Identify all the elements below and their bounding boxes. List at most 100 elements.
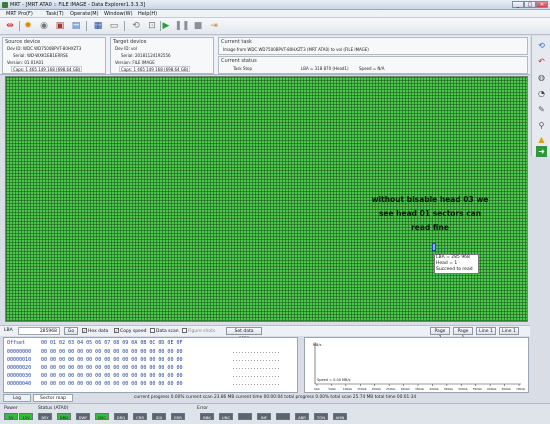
source-caps: Caps: 1 465 149 168 (698.64 GB) bbox=[11, 66, 83, 72]
menu-help[interactable]: Help(H) bbox=[138, 11, 157, 17]
minimize-button[interactable]: _ bbox=[512, 1, 524, 8]
current-task-text: Image from WDC WD7500BPVT-80HXZT3 (MRT A… bbox=[223, 47, 369, 52]
copy-speed-checkbox[interactable]: ✓ Copy speed bbox=[114, 328, 146, 334]
toolbar-blank-icon[interactable]: ▭ bbox=[108, 20, 120, 32]
annotation-text: without bisable head 03 we see head 01 s… bbox=[360, 193, 500, 235]
led-indicator: 5V bbox=[4, 413, 18, 420]
pause-icon[interactable]: ❚❚ bbox=[174, 20, 189, 32]
speed-graph: MB/s Speed = 0.00 MB/s 0Gb 50Gb 100Gb 150Gb… bbox=[304, 337, 529, 393]
refresh-icon[interactable]: ⟲ bbox=[130, 20, 142, 32]
hex-data-checkbox[interactable]: ✓ Hex data bbox=[82, 328, 108, 334]
hex-view[interactable]: Offset 00 01 02 03 04 05 06 07 08 09 0A 0… bbox=[3, 337, 298, 393]
close-button[interactable]: ✕ bbox=[536, 1, 548, 8]
split-icon[interactable]: ⇹ bbox=[4, 20, 16, 32]
led-indicator: 12V bbox=[19, 413, 33, 420]
graph-x-ticks: 0Gb 50Gb 100Gb 150Gb 200Gb 250Gb 300Gb 350Gb 400… bbox=[314, 384, 526, 391]
annotation-line-2: see head 01 sectors can bbox=[378, 209, 482, 218]
led-indicator: UNC bbox=[219, 413, 233, 420]
image-icon[interactable]: ▤ bbox=[70, 20, 82, 32]
checkbox-icon: ✓ bbox=[114, 328, 119, 333]
graph-x-tick-label: 50Gb bbox=[328, 387, 336, 391]
stop-icon[interactable]: ■ bbox=[192, 20, 204, 32]
title-bar: MRT - [MRT ATA0 :: FILE IMAGE - Data Exp… bbox=[0, 0, 550, 10]
target-device-group: Target device Dev ID: vol Serial: 201811… bbox=[110, 37, 214, 74]
play-icon[interactable]: ▶ bbox=[160, 20, 172, 32]
led-indicator bbox=[276, 413, 290, 420]
graph-x-tick-label: 0Gb bbox=[314, 387, 320, 391]
graph-x-tick-label: 250Gb bbox=[386, 387, 396, 391]
maximize-button[interactable]: □ bbox=[524, 1, 536, 8]
hex-header-bytes: 00 01 02 03 04 05 06 07 08 09 0A 0B 0C 0… bbox=[41, 340, 183, 346]
source-device-group: Source device Dev ID: WDC WD7500BPVT-80H… bbox=[2, 37, 106, 74]
exit-icon[interactable]: ➜ bbox=[536, 146, 547, 157]
graph-x-tick-label: 700Gb bbox=[516, 387, 526, 391]
go-button[interactable]: Go bbox=[64, 327, 78, 335]
graph-y-label: MB/s bbox=[313, 343, 322, 347]
current-status-header: Current status bbox=[221, 58, 257, 64]
line-1-button-2[interactable]: Line 1 bbox=[499, 327, 519, 335]
back-arrow-icon[interactable]: ⟲ bbox=[536, 40, 547, 51]
target-caps: Caps: 1 465 149 168 (698.64 GB) bbox=[119, 66, 191, 72]
menu-mrt-pro[interactable]: MRT Pro(F) bbox=[6, 11, 33, 17]
power-label: Power bbox=[4, 406, 18, 411]
target-serial: Serial: 20181124192556 bbox=[121, 53, 171, 58]
current-task-header: Current task bbox=[221, 39, 252, 45]
graph-x-tick-label: 200Gb bbox=[372, 387, 382, 391]
status-lba: LBA = 318 870 (Head1) bbox=[301, 66, 349, 71]
warning-icon[interactable]: ▲ bbox=[536, 134, 547, 145]
toolbar-separator bbox=[19, 21, 20, 31]
led-indicator bbox=[238, 413, 252, 420]
globe-icon[interactable]: ◍ bbox=[536, 72, 547, 83]
toolbar: ⇹ ✹ ◉ ▣ ▤ ▦ ▭ ⟲ ⊡ ▶ ❚❚ ■ ⇥ bbox=[0, 18, 550, 35]
skip-icon[interactable]: ⇥ bbox=[208, 20, 220, 32]
source-dev-id: Dev ID: WDC WD7500BPVT-80HXZT3 bbox=[7, 46, 82, 51]
current-task-group: Current task Image from WDC WD7500BPVT-8… bbox=[218, 37, 528, 55]
menu-operate[interactable]: Operate(M) bbox=[70, 11, 99, 17]
settings-icon[interactable]: ✹ bbox=[22, 20, 34, 32]
menu-bar: MRT Pro(F) Task(T) Operate(M) Window(W) … bbox=[0, 10, 550, 18]
app-icon bbox=[2, 2, 8, 8]
progress-text: current progress 0.00% current scan 23.8… bbox=[134, 395, 417, 400]
page-7-button[interactable]: Page 7 bbox=[430, 327, 450, 341]
led-indicator: DWF bbox=[76, 413, 90, 420]
copy-speed-label: Copy speed bbox=[120, 329, 147, 334]
data-scan-checkbox[interactable]: Data scan bbox=[150, 328, 179, 334]
window-title: MRT - [MRT ATA0 :: FILE IMAGE - Data Exp… bbox=[10, 2, 146, 8]
stop-small-icon[interactable]: ⊡ bbox=[146, 20, 158, 32]
graph-x-tick-label: 100Gb bbox=[343, 387, 353, 391]
line-1-button[interactable]: Line 1 bbox=[476, 327, 496, 335]
page-1-button[interactable]: Page 1 bbox=[453, 327, 473, 341]
lba-label: LBA bbox=[4, 328, 13, 333]
graph-x-tick-label: 150Gb bbox=[357, 387, 367, 391]
led-indicator: DRQ bbox=[114, 413, 128, 420]
save-icon[interactable]: ▦ bbox=[92, 20, 104, 32]
status-task: Task Stop bbox=[233, 66, 252, 71]
led-status-bar: Power Status (ATA0) Error 5V 12V BSY DRD DW… bbox=[0, 403, 550, 424]
graph-x-tick-label: 450Gb bbox=[444, 387, 454, 391]
graph-x-tick-label: 300Gb bbox=[401, 387, 411, 391]
led-indicator: TON bbox=[314, 413, 328, 420]
search-icon[interactable]: ⚲ bbox=[536, 120, 547, 131]
figure-shots-checkbox[interactable]: Figure shots bbox=[182, 328, 215, 334]
undo-icon[interactable]: ↶ bbox=[536, 56, 547, 67]
led-indicator: INF bbox=[257, 413, 271, 420]
graph-x-tick-label: 550Gb bbox=[473, 387, 483, 391]
set-data-scan-button[interactable]: Set data scan bbox=[226, 327, 262, 341]
status-label: Status (ATA0) bbox=[38, 406, 69, 411]
target-dev-id: Dev ID: vol bbox=[115, 46, 137, 51]
led-indicator: CRR bbox=[133, 413, 147, 420]
hex-data-label: Hex data bbox=[88, 329, 109, 334]
properties-icon[interactable]: ▣ bbox=[54, 20, 66, 32]
menu-task[interactable]: Task(T) bbox=[46, 11, 64, 17]
lba-input[interactable]: 285968 bbox=[18, 327, 60, 335]
annotation-line-3: read fine bbox=[411, 223, 449, 232]
led-indicator: ABR bbox=[295, 413, 309, 420]
disk-icon[interactable]: ◉ bbox=[38, 20, 50, 32]
graph-x-tick-label: 650Gb bbox=[502, 387, 512, 391]
wrench-icon[interactable]: ✎ bbox=[536, 104, 547, 115]
disk-info-icon[interactable]: ◔ bbox=[536, 88, 547, 99]
checkbox-icon: ✓ bbox=[82, 328, 87, 333]
speed-graph-svg: MB/s Speed = 0.00 MB/s 0Gb 50Gb 100Gb 150Gb… bbox=[313, 342, 526, 391]
menu-window[interactable]: Window(W) bbox=[104, 11, 133, 17]
current-status-group: Current status Task Stop LBA = 318 870 (… bbox=[218, 56, 528, 74]
